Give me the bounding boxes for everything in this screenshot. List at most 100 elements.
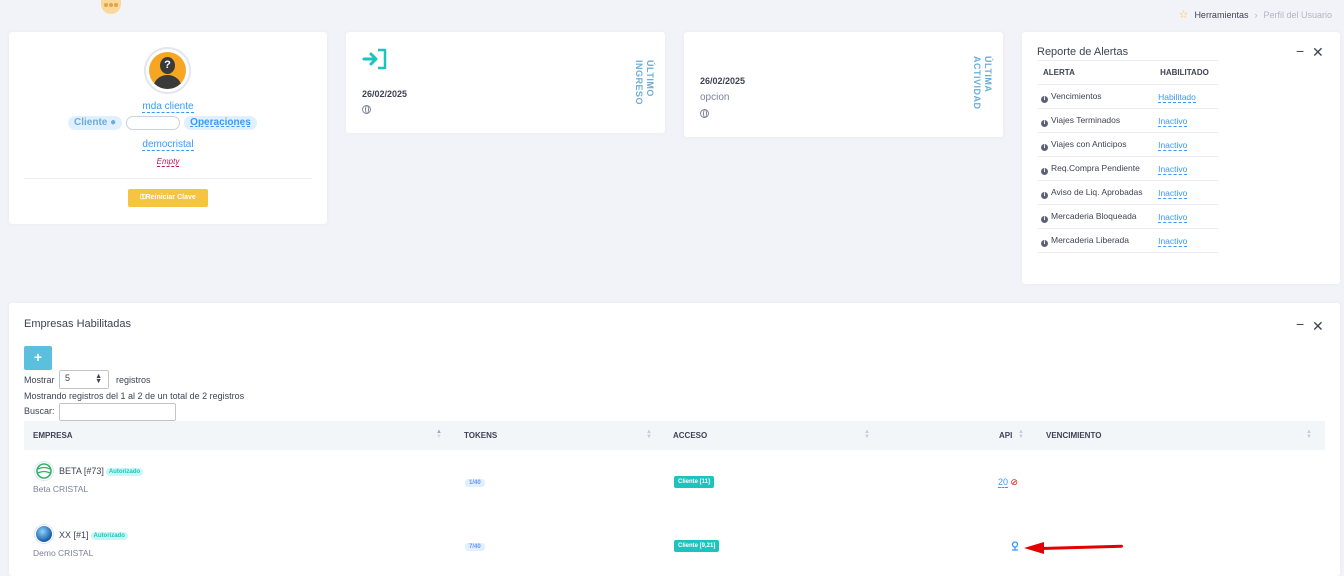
info-icon: i	[1041, 215, 1048, 223]
info-icon: i	[1041, 191, 1048, 199]
info-icon: i	[1041, 95, 1048, 103]
column-header-empresa[interactable]: EMPRESA	[33, 431, 73, 440]
company-subtitle: Beta CRISTAL	[33, 484, 89, 494]
reset-password-button[interactable]: ⚿Reiniciar Clave	[128, 189, 208, 207]
column-header-api[interactable]: API	[999, 431, 1012, 440]
breadcrumb-item-herramientas[interactable]: Herramientas	[1194, 10, 1248, 20]
alert-name: Aviso de Liq. Aprobadas	[1051, 186, 1143, 197]
company-name-text: BETA [#73]	[59, 466, 104, 476]
table-header: EMPRESA ▲ ▼ TOKENS ▲ ▼ ACCESO ▲ ▼ API ▲ ▼ VE…	[24, 421, 1325, 450]
last-activity-detail: opcion	[700, 92, 730, 103]
status-badge: Autorizado	[105, 468, 144, 476]
alert-status[interactable]: Inactivo	[1158, 139, 1188, 151]
table-row: i Aviso de Liq. Aprobadas Inactivo	[1037, 180, 1219, 205]
last-login-date: 26/02/2025	[362, 89, 408, 99]
tokens-badge: 1/40	[465, 479, 485, 487]
last-login-card	[346, 32, 665, 133]
chevron-right-icon: ›	[1254, 9, 1258, 20]
empty-field[interactable]: Empty	[156, 157, 180, 167]
alerts-title: Reporte de Alertas	[1037, 46, 1129, 58]
table-row: i Viajes Terminados Inactivo	[1037, 108, 1219, 133]
table-row: i Viajes con Anticipos Inactivo	[1037, 132, 1219, 157]
table-row: i Mercaderia Bloqueada Inactivo	[1037, 204, 1219, 229]
sort-icon[interactable]: ▲ ▼	[1018, 429, 1024, 440]
column-header-habilitado: HABILITADO	[1154, 60, 1219, 85]
globe-icon	[700, 109, 709, 118]
operations-badge[interactable]: Operaciones	[184, 116, 257, 130]
alert-status[interactable]: Inactivo	[1158, 187, 1188, 199]
column-header-tokens[interactable]: TOKENS	[464, 431, 497, 440]
minimize-icon[interactable]: −	[1296, 316, 1304, 332]
records-label: registros	[116, 375, 151, 385]
annotation-arrow-head	[1024, 542, 1044, 554]
search-input[interactable]	[59, 403, 176, 421]
star-icon: ☆	[1178, 9, 1189, 21]
column-header-alerta: ALERTA	[1037, 60, 1155, 85]
ban-icon[interactable]: ⊘	[1011, 477, 1019, 487]
alerts-table: ALERTA HABILITADO i Vencimientos Habilitad…	[1037, 60, 1219, 253]
role-badge[interactable]: Cliente ●	[68, 116, 123, 130]
access-badge[interactable]: Cliente [11]	[674, 476, 715, 488]
close-icon[interactable]: ✕	[1312, 318, 1324, 335]
alert-name: Viajes con Anticipos	[1051, 138, 1127, 149]
sort-asc-icon[interactable]: ▲ ▼	[436, 429, 442, 440]
access-badge[interactable]: Cliente [9,21]	[674, 540, 720, 552]
alert-name: Req.Compra Pendiente	[1051, 162, 1140, 173]
column-header-acceso[interactable]: ACCESO	[673, 431, 707, 440]
alert-status[interactable]: Inactivo	[1158, 235, 1188, 247]
info-icon: i	[1041, 167, 1048, 175]
company-name-text: XX [#1]	[59, 530, 89, 540]
empty-badge[interactable]	[126, 116, 181, 130]
company-name[interactable]: BETA [#73] Autorizado	[59, 466, 144, 476]
updown-icon: ▲ ▼	[95, 373, 102, 385]
alert-status[interactable]: Habilitado	[1158, 91, 1196, 103]
column-header-vencimiento[interactable]: VENCIMIENTO	[1046, 431, 1101, 440]
last-activity-date: 26/02/2025	[700, 76, 746, 86]
page-size-select[interactable]: 5 ▲ ▼	[59, 370, 109, 389]
breadcrumb: ☆ Herramientas › Perfil del Usuario	[1179, 8, 1332, 21]
company-name[interactable]: XX [#1] Autorizado	[59, 530, 128, 540]
api-key-icon[interactable]	[1010, 541, 1020, 553]
api-value[interactable]: 20	[998, 477, 1009, 488]
alert-status[interactable]: Inactivo	[1158, 115, 1188, 127]
info-icon: i	[1041, 239, 1048, 247]
info-icon: i	[1041, 143, 1048, 151]
breadcrumb-item-perfil[interactable]: Perfil del Usuario	[1263, 10, 1332, 20]
reset-password-label: Reiniciar Clave	[145, 194, 196, 201]
table-row: i Vencimientos Habilitado	[1037, 84, 1219, 109]
company-logo-icon	[34, 461, 54, 481]
login-icon	[362, 48, 388, 70]
show-label: Mostrar	[24, 375, 55, 385]
sort-icon[interactable]: ▲ ▼	[1306, 429, 1312, 440]
alert-name: Viajes Terminados	[1051, 114, 1121, 125]
role-badge-label: Cliente	[74, 117, 108, 128]
info-icon: i	[1041, 119, 1048, 127]
question-icon: ?	[160, 57, 175, 74]
search-label: Buscar:	[24, 406, 55, 416]
close-icon[interactable]: ✕	[1312, 44, 1324, 61]
company-subtitle: Demo CRISTAL	[33, 548, 94, 558]
company-logo-icon	[34, 524, 54, 544]
alert-name: Vencimientos	[1051, 90, 1102, 101]
minimize-icon[interactable]: −	[1296, 43, 1304, 59]
status-badge: Autorizado	[90, 532, 128, 540]
globe-icon	[362, 105, 371, 114]
page-size-value: 5	[65, 373, 71, 383]
divider	[24, 178, 312, 179]
avatar: ?	[144, 47, 191, 94]
sort-icon[interactable]: ▲ ▼	[864, 429, 870, 440]
alert-name: Mercaderia Liberada	[1051, 234, 1129, 245]
last-login-title: ÚLTIMO INGRESO	[634, 60, 655, 106]
profile-name[interactable]: mda cliente	[142, 101, 194, 113]
sort-icon[interactable]: ▲ ▼	[646, 429, 652, 440]
add-company-button[interactable]: +	[24, 346, 52, 370]
alert-name: Mercaderia Bloqueada	[1051, 210, 1137, 221]
alert-status[interactable]: Inactivo	[1158, 211, 1188, 223]
username-field[interactable]: democristal	[142, 139, 194, 151]
alert-status[interactable]: Inactivo	[1158, 163, 1188, 175]
user-icon: ●	[110, 117, 117, 128]
records-summary: Mostrando registros del 1 al 2 de un tot…	[24, 391, 245, 401]
table-row: i Req.Compra Pendiente Inactivo	[1037, 156, 1219, 181]
app-logo[interactable]	[101, 0, 121, 14]
table-row: i Mercaderia Liberada Inactivo	[1037, 228, 1219, 253]
